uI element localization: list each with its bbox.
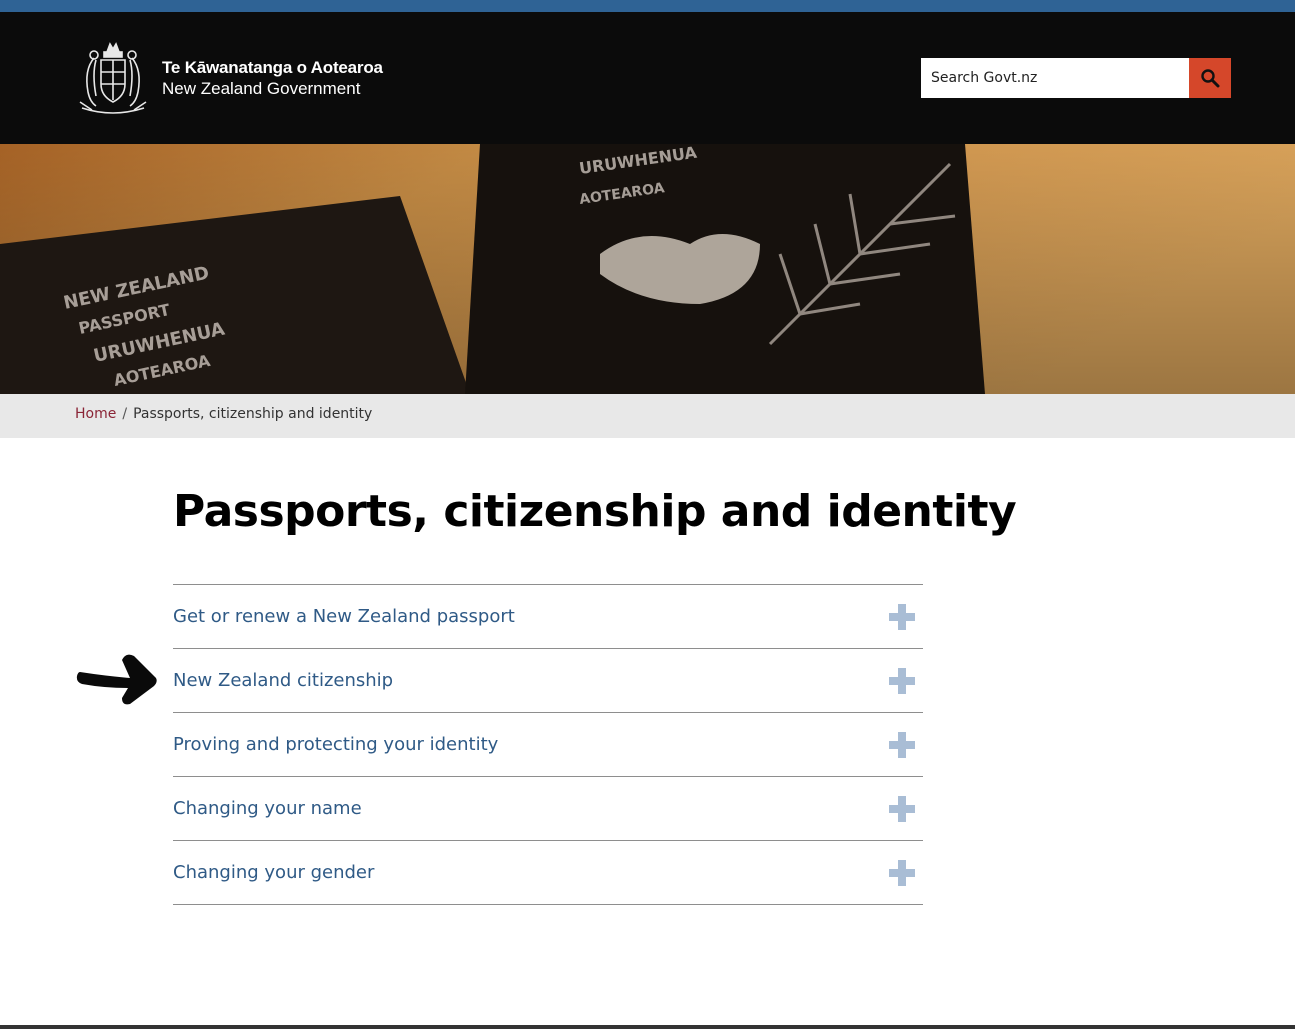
pointing-arrow-icon [76,654,157,705]
plus-icon[interactable] [889,795,915,822]
breadcrumb-separator: / [122,406,128,422]
breadcrumb-home-link[interactable]: Home [75,406,116,422]
passport-photo: NEW ZEALAND PASSPORT URUWHENUA AOTEAROA … [0,144,1295,394]
accordion-item-label: Proving and protecting your identity [173,734,499,755]
topic-accordion: Get or renew a New Zealand passport New … [173,584,923,905]
accordion-item-label: Changing your gender [173,862,375,883]
accordion-item-citizenship[interactable]: New Zealand citizenship [173,649,923,713]
govt-logo-link[interactable]: Te Kāwanatanga o Aotearoa New Zealand Go… [74,40,383,116]
site-header: Te Kāwanatanga o Aotearoa New Zealand Go… [0,12,1295,144]
plus-icon[interactable] [889,667,915,694]
page-title: Passports, citizenship and identity [173,486,1017,537]
plus-icon[interactable] [889,603,915,630]
accordion-item-label: Changing your name [173,798,362,819]
accordion-item-label: Get or renew a New Zealand passport [173,606,515,627]
hero-banner-image: NEW ZEALAND PASSPORT URUWHENUA AOTEAROA … [0,144,1295,394]
footer-divider [0,1025,1295,1029]
coat-of-arms-icon [79,42,147,114]
search-icon [1201,69,1220,88]
logo-english-name: New Zealand Government [162,79,361,98]
plus-icon[interactable] [889,859,915,886]
accordion-item-gender-change[interactable]: Changing your gender [173,841,923,905]
accordion-item-label: New Zealand citizenship [173,670,394,691]
breadcrumb-current: Passports, citizenship and identity [133,406,373,422]
breadcrumb: Home / Passports, citizenship and identity [0,394,1295,438]
accordion-item-passport[interactable]: Get or renew a New Zealand passport [173,585,923,649]
accordion-item-identity[interactable]: Proving and protecting your identity [173,713,923,777]
logo-wordmark: Te Kāwanatanga o Aotearoa New Zealand Go… [162,57,383,99]
logo-maori-name: Te Kāwanatanga o Aotearoa [162,58,383,77]
top-accent-stripe [0,0,1295,12]
plus-icon[interactable] [889,731,915,758]
search-button[interactable] [1189,58,1231,98]
search-input[interactable] [921,58,1189,98]
accordion-item-name-change[interactable]: Changing your name [173,777,923,841]
search-form [921,58,1231,98]
